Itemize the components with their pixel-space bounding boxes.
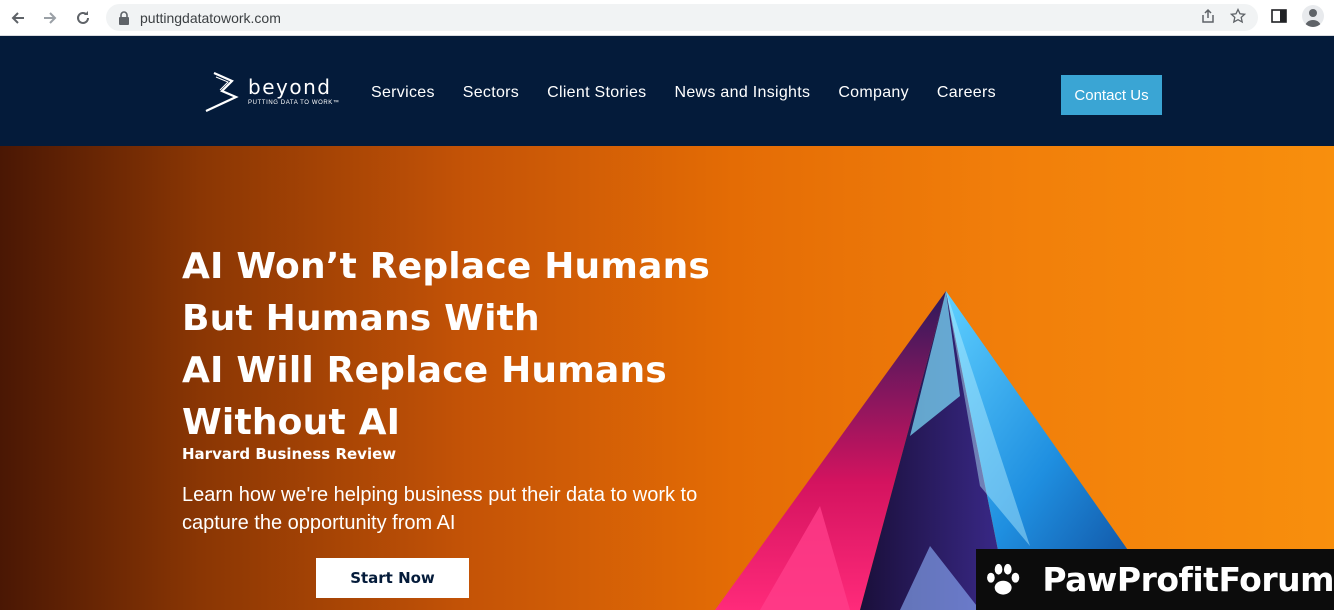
side-panel-icon[interactable] [1270,7,1288,25]
lock-icon[interactable] [118,10,130,25]
quote-source: Harvard Business Review [182,445,397,463]
nav-client-stories[interactable]: Client Stories [547,84,646,102]
start-now-button[interactable]: Start Now [316,558,469,598]
back-arrow-icon[interactable] [2,2,34,34]
contact-us-button[interactable]: Contact Us [1061,75,1162,115]
nav-news-and-insights[interactable]: News and Insights [674,84,810,102]
hero-section: AI Won’t Replace Humans But Humans With … [0,146,1334,610]
hero-subtitle: Learn how we're helping business put the… [182,484,698,534]
star-icon[interactable] [1230,8,1246,24]
paw-icon [987,563,1020,595]
hero-headline: AI Won’t Replace Humans But Humans With … [182,241,710,449]
url-text: puttingdatatowork.com [140,9,281,26]
hero-headline-line: AI Won’t Replace Humans [182,246,711,287]
hero-headline-line: AI Will Replace Humans [182,350,667,391]
profile-icon[interactable] [1302,5,1324,27]
main-nav: Services Sectors Client Stories News and… [371,84,1024,102]
site-header: beyond PUTTING DATA TO WORK™ Services Se… [0,36,1334,146]
nav-sectors[interactable]: Sectors [463,84,519,102]
beyond-logo[interactable]: beyond PUTTING DATA TO WORK™ [202,71,342,113]
hero-headline-line: But Humans With [182,298,540,339]
nav-careers[interactable]: Careers [937,84,996,102]
watermark-text: PawProfitForum [1042,560,1334,599]
nav-services[interactable]: Services [371,84,435,102]
hero-headline-line: Without AI [182,402,401,443]
logo-wordmark: beyond [248,75,332,99]
logo-tagline: PUTTING DATA TO WORK™ [248,100,340,106]
reload-icon[interactable] [67,2,99,34]
watermark-banner: PawProfitForum [976,549,1334,610]
address-bar[interactable]: puttingdatatowork.com [106,4,1258,31]
nav-company[interactable]: Company [838,84,909,102]
forward-arrow-icon[interactable] [34,2,66,34]
logo-mark-icon [205,71,239,112]
share-icon[interactable] [1200,8,1216,24]
browser-toolbar: puttingdatatowork.com [0,0,1334,36]
